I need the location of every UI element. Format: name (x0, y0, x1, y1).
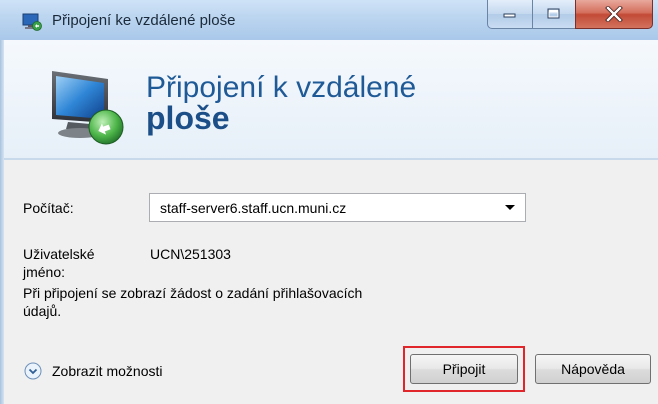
username-label-line2: jméno: (23, 264, 66, 280)
username-label-line1: Uživatelské (23, 246, 95, 262)
banner-title-line2: ploše (146, 100, 230, 136)
username-value: UCN\251303 (150, 246, 231, 262)
window-title: Připojení ke vzdálené ploše (52, 12, 236, 29)
minimize-icon (503, 13, 516, 18)
banner-title-line1: Připojení k vzdálené (146, 71, 417, 104)
close-button[interactable] (575, 0, 653, 29)
help-button[interactable]: Nápověda (535, 354, 651, 384)
info-text-line2: údajů. (23, 303, 62, 319)
app-icon (22, 13, 42, 31)
remote-desktop-window: Připojení ke vzdálené ploše Připojení k … (0, 0, 658, 404)
minimize-button[interactable] (487, 0, 533, 29)
combo-dropdown-button[interactable] (495, 194, 525, 221)
show-options-label: Zobrazit možnosti (52, 363, 163, 379)
remote-desktop-monitor-icon (52, 71, 124, 145)
caption-buttons (487, 0, 653, 30)
chevron-down-icon (505, 205, 515, 210)
computer-value: staff-server6.staff.ucn.muni.cz (160, 199, 347, 216)
computer-combobox[interactable]: staff-server6.staff.ucn.muni.cz (149, 193, 526, 222)
info-text-line1: Při připojení se zobrazí žádost o zadání… (23, 285, 363, 301)
maximize-button[interactable] (532, 0, 576, 29)
banner-title: Připojení k vzdálené ploše (146, 72, 416, 134)
close-icon (605, 6, 623, 22)
connect-button[interactable]: Připojit (410, 354, 518, 384)
computer-label: Počítač: (23, 200, 74, 216)
expand-options-icon (24, 362, 42, 380)
title-bar[interactable]: Připojení ke vzdálené ploše (0, 0, 658, 41)
maximize-icon (547, 8, 560, 19)
